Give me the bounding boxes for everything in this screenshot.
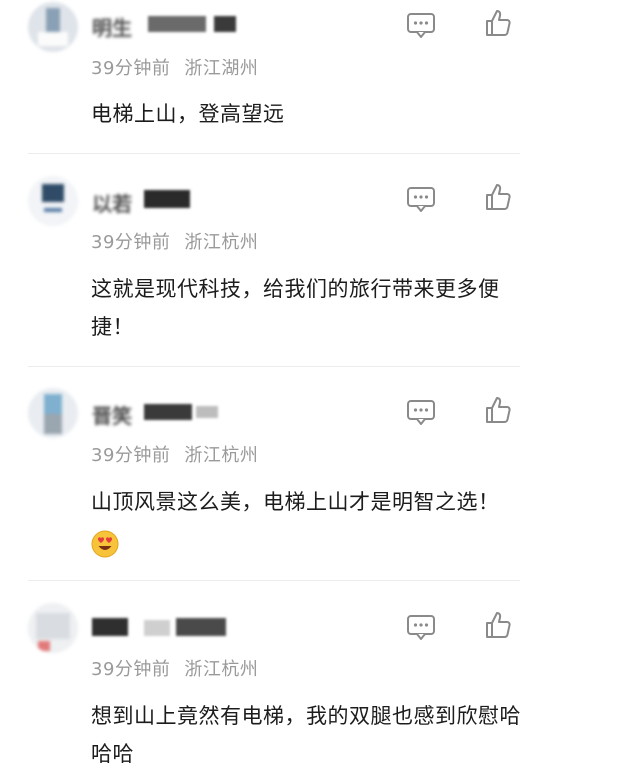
- comment-icon: [407, 400, 435, 425]
- comment-icon: [407, 13, 435, 38]
- avatar[interactable]: [28, 388, 78, 438]
- comment-text: 山顶风景这么美，电梯上山才是明智之选！: [91, 490, 500, 514]
- username-redaction: [176, 618, 226, 636]
- like-button[interactable]: [481, 6, 515, 40]
- username-redaction: [144, 620, 170, 636]
- reply-button[interactable]: [404, 182, 438, 216]
- heart-eyes-emoji: [91, 530, 119, 558]
- username-redaction: [144, 190, 190, 208]
- username[interactable]: 明生: [92, 12, 132, 41]
- username-redaction: [196, 406, 218, 418]
- username-row[interactable]: 明生: [92, 12, 292, 40]
- comment-text: 电梯上山，登高望远: [91, 102, 285, 126]
- username-redaction: [144, 404, 192, 420]
- thumbs-up-icon: [486, 612, 511, 638]
- location: 浙江湖州: [184, 58, 259, 79]
- username-row[interactable]: 以若: [92, 188, 292, 216]
- comment-icon: [407, 187, 435, 212]
- comment-meta: 39分钟前 浙江湖州: [91, 54, 258, 80]
- reply-button[interactable]: [404, 610, 438, 644]
- timestamp: 39分钟前: [91, 445, 171, 466]
- username[interactable]: 晋笑: [92, 400, 132, 429]
- divider: [28, 366, 520, 367]
- thumbs-up-icon: [486, 10, 511, 36]
- username-redaction: [148, 16, 206, 32]
- username-row[interactable]: [92, 616, 292, 640]
- username[interactable]: 以若: [92, 188, 132, 217]
- reply-button[interactable]: [404, 395, 438, 429]
- location: 浙江杭州: [184, 659, 259, 680]
- like-button[interactable]: [481, 180, 515, 214]
- avatar[interactable]: [28, 176, 78, 226]
- thumbs-up-icon: [486, 397, 511, 423]
- username-redaction: [92, 618, 128, 636]
- location: 浙江杭州: [184, 232, 259, 253]
- avatar[interactable]: [28, 2, 78, 52]
- timestamp: 39分钟前: [91, 58, 171, 79]
- reply-button[interactable]: [404, 8, 438, 42]
- username-row[interactable]: 晋笑: [92, 400, 292, 428]
- like-button[interactable]: [481, 393, 515, 427]
- timestamp: 39分钟前: [91, 659, 171, 680]
- location: 浙江杭州: [184, 445, 259, 466]
- comment-meta: 39分钟前 浙江杭州: [91, 441, 258, 467]
- timestamp: 39分钟前: [91, 232, 171, 253]
- comment-text: 想到山上竟然有电梯，我的双腿也感到欣慰哈哈哈: [91, 704, 521, 766]
- comment-text: 这就是现代科技，给我们的旅行带来更多便捷！: [91, 277, 500, 339]
- thumbs-up-icon: [486, 184, 511, 210]
- comment-meta: 39分钟前 浙江杭州: [91, 655, 258, 681]
- username-redaction: [214, 16, 236, 32]
- avatar[interactable]: [28, 603, 78, 653]
- comment-icon: [407, 615, 435, 640]
- divider: [28, 153, 520, 154]
- comment-meta: 39分钟前 浙江杭州: [91, 228, 258, 254]
- like-button[interactable]: [481, 608, 515, 642]
- divider: [28, 580, 520, 581]
